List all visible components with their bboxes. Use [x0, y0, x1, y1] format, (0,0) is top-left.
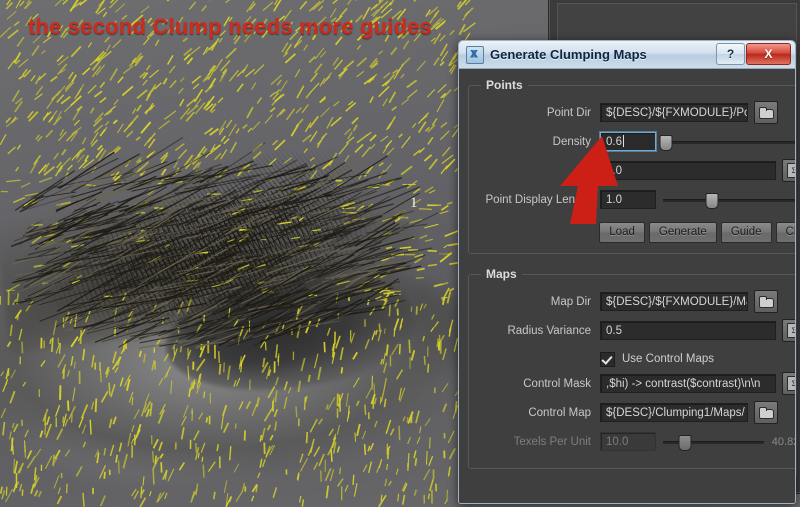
- density-slider-track: [663, 140, 795, 144]
- titlebar-buttons: ? X: [716, 43, 791, 65]
- maps-group: Maps Map Dir ${DESC}/${FXMODULE}/Maps/ R…: [468, 267, 795, 469]
- points-group: Points Point Dir ${DESC}/${FXMODULE}/Poi…: [468, 78, 795, 254]
- control-map-row: Control Map ${DESC}/Clumping1/Maps/: [479, 400, 795, 425]
- texels-per-unit-row: Texels Per Unit 10.0 40.820 MB: [479, 429, 795, 454]
- generate-button[interactable]: Generate: [648, 222, 717, 243]
- point-display-length-slider-handle[interactable]: [705, 192, 719, 209]
- texels-per-unit-slider: [663, 432, 764, 452]
- density-slider[interactable]: [659, 132, 795, 152]
- map-dir-input[interactable]: ${DESC}/${FXMODULE}/Maps/: [600, 292, 748, 311]
- mult-row: M 1.0 Σ: [479, 158, 795, 183]
- density-label: Density: [552, 135, 591, 148]
- expression-icon: Σ: [786, 163, 795, 178]
- texels-per-unit-label: Texels Per Unit: [513, 435, 591, 448]
- radius-variance-expression-button[interactable]: Σ: [782, 319, 795, 342]
- texels-per-unit-slider-handle: [678, 434, 692, 451]
- close-button[interactable]: X: [746, 43, 791, 65]
- point-display-length-slider[interactable]: [663, 190, 795, 210]
- point-dir-label: Point Dir: [546, 106, 591, 119]
- density-input[interactable]: 0.6: [599, 131, 657, 152]
- point-dir-browse-button[interactable]: [754, 101, 778, 124]
- control-map-browse-button[interactable]: [754, 401, 778, 424]
- points-group-legend: Points: [486, 78, 523, 92]
- mult-input[interactable]: 1.0: [600, 161, 776, 180]
- use-control-maps-row[interactable]: Use Control Maps: [479, 347, 795, 371]
- texels-memory-size: 40.820 MB: [771, 435, 795, 448]
- control-mask-label: Control Mask: [523, 377, 591, 390]
- control-mask-expression-button[interactable]: Σ: [782, 372, 795, 395]
- radius-variance-input[interactable]: 0.5: [600, 321, 776, 340]
- folder-icon: [759, 106, 774, 119]
- dialog-body: Points Point Dir ${DESC}/${FXMODULE}/Poi…: [459, 69, 795, 503]
- point-display-length-label: Point Display Length: [485, 193, 591, 206]
- dialog-titlebar[interactable]: Generate Clumping Maps ? X: [459, 41, 795, 69]
- help-button[interactable]: ?: [716, 43, 745, 65]
- maps-group-legend: Maps: [486, 267, 517, 281]
- radius-variance-label: Radius Variance: [507, 324, 591, 337]
- radius-variance-row: Radius Variance 0.5 Σ: [479, 318, 795, 343]
- control-map-label: Control Map: [528, 406, 591, 419]
- point-display-length-slider-track: [663, 198, 795, 202]
- mult-label: M: [581, 164, 591, 177]
- control-mask-row: Control Mask ,$hi) -> contrast($contrast…: [479, 371, 795, 396]
- control-map-input[interactable]: ${DESC}/Clumping1/Maps/: [600, 403, 748, 422]
- use-control-maps-checkbox[interactable]: [600, 351, 615, 367]
- point-display-length-input[interactable]: 1.0: [600, 190, 656, 209]
- map-dir-label: Map Dir: [550, 295, 591, 308]
- app-icon: [466, 45, 484, 64]
- viewport-object-label: 1: [410, 195, 418, 211]
- texels-per-unit-input: 10.0: [600, 432, 656, 451]
- use-control-maps-label: Use Control Maps: [622, 353, 715, 365]
- guide-button[interactable]: Guide: [720, 222, 772, 243]
- point-display-length-row: Point Display Length 1.0: [479, 187, 795, 212]
- points-action-buttons: Load Generate Guide Clear: [479, 222, 795, 243]
- folder-icon: [759, 406, 774, 419]
- clear-button[interactable]: Clear: [775, 222, 795, 243]
- screenshot-root: the second Clump needs more guides 1 Gen…: [0, 0, 800, 507]
- control-mask-input[interactable]: ,$hi) -> contrast($contrast)\n\n: [600, 374, 776, 393]
- dialog-title: Generate Clumping Maps: [490, 47, 647, 62]
- annotation-text: the second Clump needs more guides: [28, 14, 433, 39]
- map-dir-row: Map Dir ${DESC}/${FXMODULE}/Maps/: [479, 289, 795, 314]
- generate-clumping-maps-dialog[interactable]: Generate Clumping Maps ? X Points Point …: [458, 40, 796, 504]
- folder-icon: [759, 295, 774, 308]
- expression-icon: Σ: [786, 376, 795, 391]
- point-dir-input[interactable]: ${DESC}/${FXMODULE}/Points/: [600, 103, 748, 122]
- mult-expression-button[interactable]: Σ: [782, 159, 795, 182]
- expression-icon: Σ: [786, 323, 795, 338]
- point-dir-row: Point Dir ${DESC}/${FXMODULE}/Points/: [479, 100, 795, 125]
- map-dir-browse-button[interactable]: [754, 290, 778, 313]
- load-button[interactable]: Load: [599, 222, 645, 243]
- density-slider-handle[interactable]: [659, 134, 673, 151]
- density-row: Density 0.6: [479, 129, 795, 154]
